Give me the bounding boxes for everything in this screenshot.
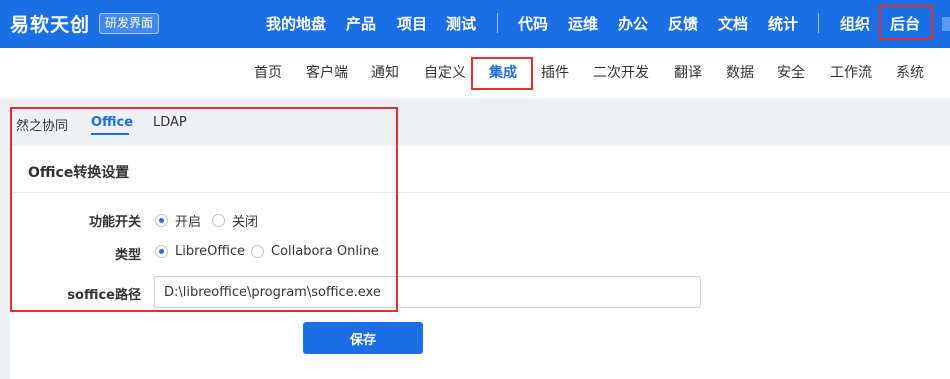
nav-separator	[497, 13, 498, 33]
top-header: 易软天创 研发界面 我的地盘 产品 项目 测试 代码 运维 办公 反馈 文档 统…	[0, 0, 950, 48]
submenu-notify[interactable]: 通知	[371, 48, 399, 98]
nav-office[interactable]: 办公	[618, 0, 648, 48]
submenu-client[interactable]: 客户端	[306, 48, 348, 98]
edition-badge[interactable]: 研发界面	[99, 13, 160, 34]
admin-highlight-box	[879, 5, 933, 40]
submenu-plugin[interactable]: 插件	[541, 48, 569, 98]
submenu-data[interactable]: 数据	[726, 48, 754, 98]
nav-project[interactable]: 项目	[397, 0, 427, 48]
integration-highlight-box	[471, 57, 533, 90]
submenu-system[interactable]: 系统	[896, 48, 924, 98]
nav-ops[interactable]: 运维	[568, 0, 598, 48]
nav-my-area[interactable]: 我的地盘	[266, 0, 326, 48]
nav-feedback[interactable]: 反馈	[668, 0, 698, 48]
submenu-workflow[interactable]: 工作流	[830, 48, 872, 98]
nav-stats[interactable]: 统计	[768, 0, 798, 48]
brand-logo[interactable]: 易软天创	[10, 10, 90, 37]
nav-org[interactable]: 组织	[840, 0, 870, 48]
nav-docs[interactable]: 文档	[718, 0, 748, 48]
tabs-highlight-box	[10, 107, 398, 312]
nav-test[interactable]: 测试	[446, 0, 476, 48]
nav-separator	[818, 13, 819, 33]
nav-product[interactable]: 产品	[346, 0, 376, 48]
submenu-home[interactable]: 首页	[254, 48, 282, 98]
header-edge-button[interactable]	[942, 17, 950, 31]
submenu-custom[interactable]: 自定义	[424, 48, 466, 98]
nav-code[interactable]: 代码	[518, 0, 548, 48]
save-button[interactable]: 保存	[303, 322, 423, 354]
submenu-dev[interactable]: 二次开发	[593, 48, 649, 98]
submenu-security[interactable]: 安全	[777, 48, 805, 98]
submenu-translate[interactable]: 翻译	[674, 48, 702, 98]
